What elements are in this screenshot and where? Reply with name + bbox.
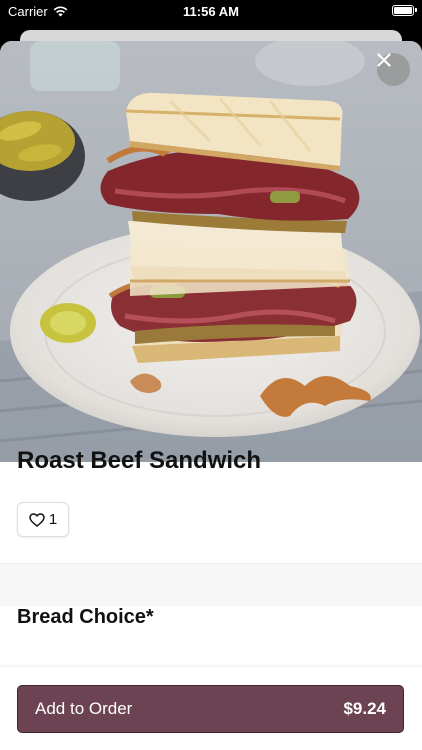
battery-icon: [392, 5, 417, 16]
screen: Carrier 11:56 AM Roast Beef Sandwich 1 B…: [0, 0, 422, 750]
like-button[interactable]: 1: [17, 502, 69, 537]
add-to-order-button[interactable]: Add to Order $9.24: [17, 685, 404, 733]
item-title: Roast Beef Sandwich: [17, 447, 262, 474]
like-count: 1: [48, 511, 58, 528]
section-title-bread-choice: Bread Choice*: [17, 606, 154, 628]
heart-icon: [29, 512, 45, 527]
footer-bar: Add to Order $9.24: [0, 667, 422, 750]
status-bar: Carrier 11:56 AM: [0, 0, 422, 24]
sandwich-illustration: [0, 41, 422, 462]
order-price: $9.24: [343, 699, 386, 718]
close-icon: [377, 53, 391, 67]
item-image: [0, 41, 422, 462]
add-to-order-label: Add to Order: [35, 699, 133, 718]
status-time: 11:56 AM: [183, 4, 239, 19]
close-button[interactable]: [377, 53, 410, 86]
section-divider: [0, 563, 422, 606]
item-detail-sheet: [0, 41, 422, 750]
